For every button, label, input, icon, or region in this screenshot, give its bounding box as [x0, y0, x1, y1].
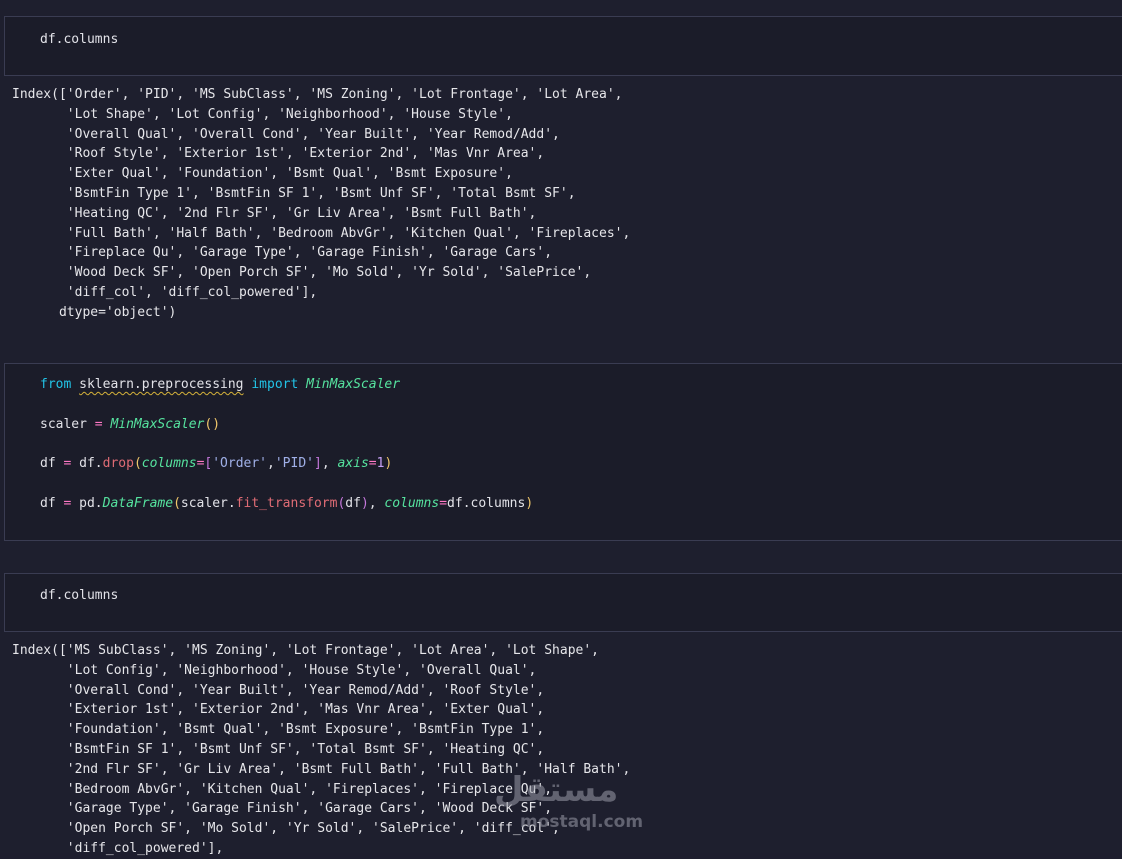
output-line: Index(['MS SubClass', 'MS Zoning', 'Lot … [12, 643, 599, 658]
output-line: 'Bedroom AbvGr', 'Kitchen Qual', 'Firepl… [12, 781, 553, 797]
output-line: 'Fireplace Qu', 'Garage Type', 'Garage F… [12, 245, 553, 261]
output-line: 'Lot Shape', 'Lot Config', 'Neighborhood… [12, 106, 513, 122]
output-line: 'BsmtFin SF 1', 'Bsmt Unf SF', 'Total Bs… [12, 741, 545, 757]
code-cell-1[interactable]: df.columns [4, 16, 1122, 76]
output-line: 'Lot Config', 'Neighborhood', 'House Sty… [12, 662, 537, 678]
output-line: 'Wood Deck SF', 'Open Porch SF', 'Mo Sol… [12, 265, 592, 281]
notebook: df.columns Index(['Order', 'PID', 'MS Su… [0, 0, 1122, 856]
code-cell-3[interactable]: df.columns [4, 573, 1122, 632]
output-line: 'Exterior 1st', 'Exterior 2nd', 'Mas Vnr… [12, 702, 545, 718]
code-cell-1-source[interactable]: df.columns [40, 30, 118, 50]
output-line: '2nd Flr SF', 'Gr Liv Area', 'Bsmt Full … [12, 761, 631, 777]
code-line-import: from sklearn.preprocessing import MinMax… [40, 377, 401, 392]
output-line: Index(['Order', 'PID', 'MS SubClass', 'M… [12, 87, 623, 102]
output-line: 'diff_col', 'diff_col_powered'], [12, 284, 318, 300]
code-line-scaler: scaler = MinMaxScaler() [40, 416, 221, 432]
code-cell-3-source[interactable]: df.columns [40, 586, 118, 606]
output-line: 'Overall Cond', 'Year Built', 'Year Remo… [12, 682, 545, 698]
output-line: 'Open Porch SF', 'Mo Sold', 'Yr Sold', '… [12, 821, 560, 837]
output-line: 'Exter Qual', 'Foundation', 'Bsmt Qual',… [12, 166, 513, 182]
code-cell-2[interactable]: from sklearn.preprocessing import MinMax… [4, 363, 1122, 541]
code-cell-2-source[interactable]: from sklearn.preprocessing import MinMax… [40, 375, 533, 514]
output-line: 'Overall Qual', 'Overall Cond', 'Year Bu… [12, 126, 560, 142]
output-line: 'Heating QC', '2nd Flr SF', 'Gr Liv Area… [12, 205, 537, 221]
output-line: 'BsmtFin Type 1', 'BsmtFin SF 1', 'Bsmt … [12, 185, 576, 201]
output-line: 'Full Bath', 'Half Bath', 'Bedroom AbvGr… [12, 225, 631, 241]
output-line: dtype='object') [12, 304, 177, 320]
output-line: 'Garage Type', 'Garage Finish', 'Garage … [12, 801, 553, 817]
output-line: 'Foundation', 'Bsmt Qual', 'Bsmt Exposur… [12, 722, 545, 738]
output-line: 'diff_col_powered'], [12, 840, 224, 856]
output-cell-2: Index(['MS SubClass', 'MS Zoning', 'Lot … [12, 641, 630, 859]
output-cell-1: Index(['Order', 'PID', 'MS SubClass', 'M… [12, 85, 630, 323]
code-line-drop: df = df.drop(columns=['Order','PID'], ax… [40, 456, 393, 472]
code-line-dataframe: df = pd.DataFrame(scaler.fit_transform(d… [40, 495, 534, 511]
output-line: 'Roof Style', 'Exterior 1st', 'Exterior … [12, 146, 545, 162]
